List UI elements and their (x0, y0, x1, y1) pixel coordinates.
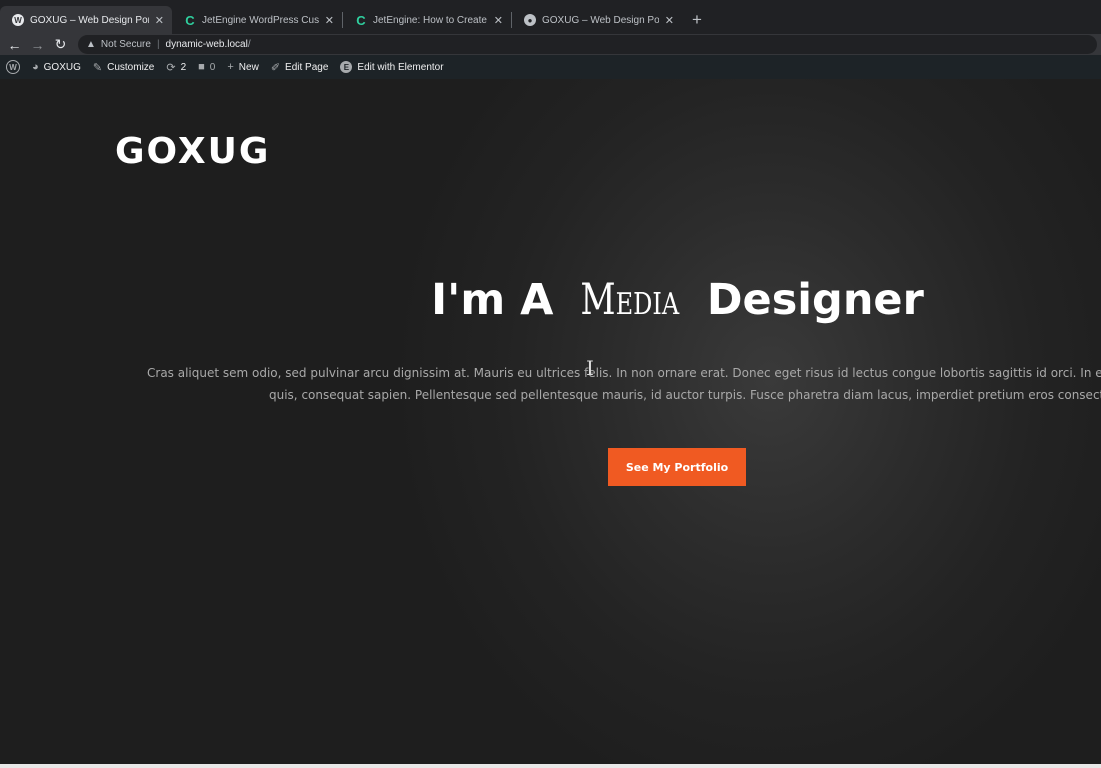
close-icon[interactable]: ✕ (494, 14, 503, 27)
window-bottom-edge (0, 764, 1101, 768)
url-divider: | (156, 39, 160, 50)
new-content-menu[interactable]: + New (221, 55, 264, 79)
site-logo[interactable]: GOXUG (115, 131, 270, 172)
elementor-icon: E (340, 61, 353, 73)
updates-count: 2 (180, 61, 187, 73)
comment-icon: ■ (198, 61, 205, 73)
wp-logo-menu[interactable]: W (0, 55, 26, 79)
tab-title: GOXUG – Web Design Portfolio (30, 14, 149, 26)
hero-description: Cras aliquet sem odio, sed pulvinar arcu… (147, 362, 1101, 406)
updates-icon: ⟳ (166, 61, 176, 74)
comments-link[interactable]: ■ 0 (192, 55, 221, 79)
tab-jetengine-how-to[interactable]: C JetEngine: How to Create Cust ✕ (343, 6, 511, 34)
edit-with-elementor-link[interactable]: E Edit with Elementor (334, 55, 449, 79)
reload-icon[interactable]: ↻ (49, 36, 72, 53)
customize-label: Customize (107, 61, 155, 73)
new-tab-button[interactable]: + (692, 6, 702, 34)
url-field[interactable]: ▲ Not Secure | dynamic-web.local / (78, 35, 1097, 54)
address-toolbar: ← → ↻ ▲ Not Secure | dynamic-web.local / (0, 34, 1101, 55)
edit-elementor-label: Edit with Elementor (357, 61, 444, 73)
back-icon[interactable]: ← (3, 37, 26, 53)
hero-headline: I'm A Media Designer (0, 275, 1101, 325)
headline-accent-word: Media (580, 275, 680, 325)
url-path: / (247, 39, 251, 50)
dashboard-icon: ◕ (32, 61, 39, 73)
tab-title: GOXUG – Web Design Portfolio (542, 14, 659, 26)
url-host: dynamic-web.local (165, 39, 248, 50)
close-icon[interactable]: ✕ (665, 14, 674, 27)
headline-suffix: Designer (691, 275, 924, 325)
forward-icon[interactable]: → (26, 37, 49, 53)
wordpress-icon: W (12, 14, 24, 26)
updates-link[interactable]: ⟳ 2 (160, 55, 192, 79)
plus-icon: + (227, 61, 234, 73)
tab-jetengine-custom[interactable]: C JetEngine WordPress Custom ✕ (172, 6, 342, 34)
description-line: quis, consequat sapien. Pellentesque sed… (269, 388, 1101, 402)
comments-count: 0 (209, 61, 216, 73)
warning-icon: ▲ (86, 39, 96, 50)
wp-admin-bar: W ◕ GOXUG ✎ Customize ⟳ 2 ■ 0 + New ✐ Ed… (0, 55, 1101, 79)
site-name-menu[interactable]: ◕ GOXUG (26, 55, 87, 79)
globe-icon: ● (524, 14, 536, 26)
see-portfolio-button[interactable]: See My Portfolio (608, 448, 746, 486)
site-name-label: GOXUG (43, 61, 81, 73)
close-icon[interactable]: ✕ (155, 14, 164, 27)
customize-link[interactable]: ✎ Customize (87, 55, 160, 79)
tab-goxug-portfolio[interactable]: W GOXUG – Web Design Portfolio ✕ (0, 6, 172, 34)
tab-title: JetEngine WordPress Custom (202, 14, 319, 26)
description-line: Cras aliquet sem odio, sed pulvinar arcu… (147, 366, 1101, 380)
new-label: New (238, 61, 259, 73)
text-cursor-icon: I (586, 356, 594, 380)
tab-title: JetEngine: How to Create Cust (373, 14, 488, 26)
hero-section: GOXUG I'm A Media Designer Cras aliquet … (0, 79, 1101, 764)
jetengine-icon: C (185, 12, 195, 28)
browser-tab-strip: W GOXUG – Web Design Portfolio ✕ C JetEn… (0, 0, 1101, 34)
edit-page-link[interactable]: ✐ Edit Page (265, 55, 335, 79)
tab-goxug-portfolio-2[interactable]: ● GOXUG – Web Design Portfolio ✕ (512, 6, 682, 34)
close-icon[interactable]: ✕ (325, 14, 334, 27)
headline-prefix: I'm A (431, 275, 569, 325)
edit-page-label: Edit Page (285, 61, 329, 73)
pencil-icon: ✐ (270, 61, 281, 74)
brush-icon: ✎ (92, 61, 103, 74)
jetengine-icon: C (356, 12, 366, 28)
security-label: Not Secure (100, 39, 151, 50)
wordpress-icon: W (6, 60, 20, 74)
